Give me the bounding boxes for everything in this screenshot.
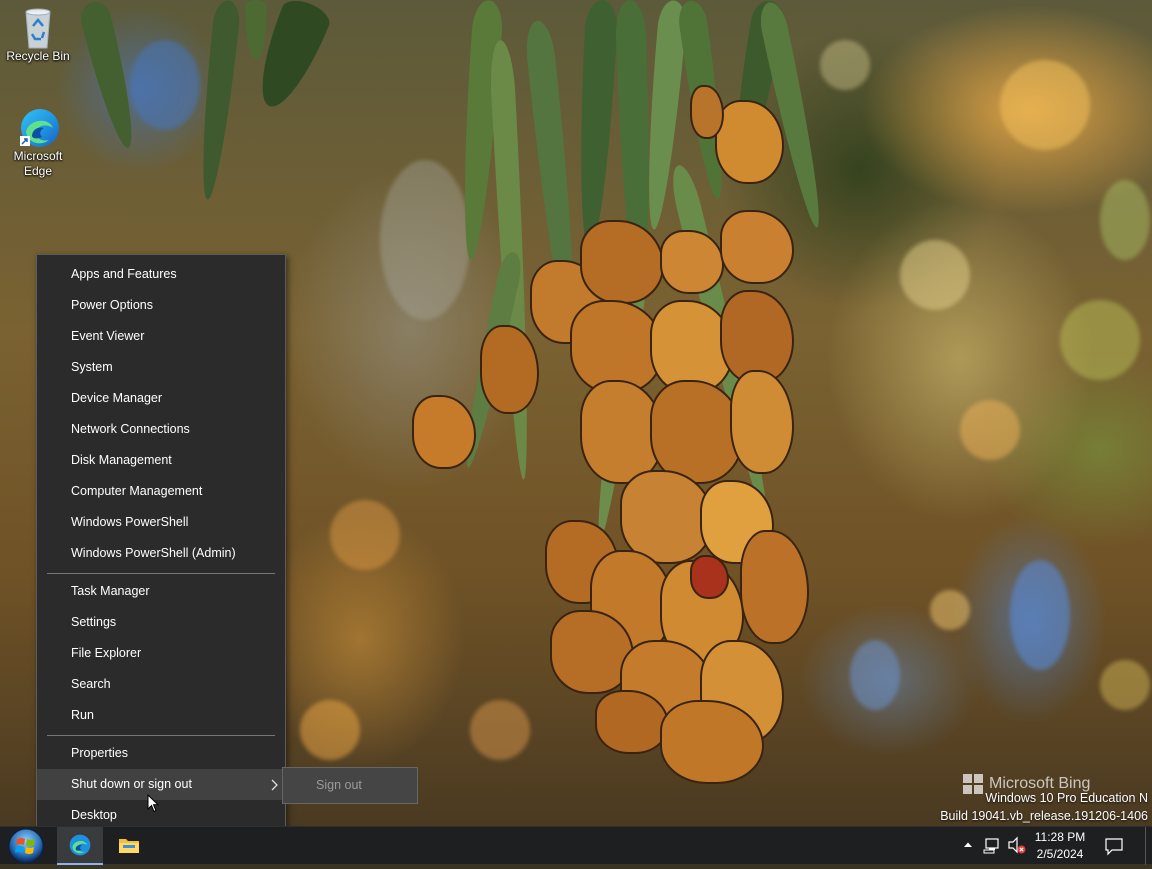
- menu-item-settings[interactable]: Settings: [37, 607, 285, 638]
- recycle-bin-label: Recycle Bin: [6, 49, 70, 63]
- menu-separator: [47, 735, 275, 736]
- windows-start-orb-icon: [7, 828, 45, 869]
- mouse-cursor-icon: [147, 793, 160, 818]
- volume-muted-icon: [1008, 836, 1026, 854]
- menu-item-task-manager[interactable]: Task Manager: [37, 576, 285, 607]
- menu-item-network-connections[interactable]: Network Connections: [37, 414, 285, 445]
- submenu-sign-out[interactable]: Sign out: [282, 767, 418, 804]
- menu-item-windows-powershell[interactable]: Windows PowerShell: [37, 507, 285, 538]
- menu-item-system[interactable]: System: [37, 352, 285, 383]
- show-desktop-button[interactable]: [1145, 827, 1152, 865]
- menu-item-search[interactable]: Search: [37, 669, 285, 700]
- menu-item-file-explorer[interactable]: File Explorer: [37, 638, 285, 669]
- windows-logo-icon: [963, 774, 983, 794]
- taskbar: 11:28 PM 2/5/2024: [0, 826, 1152, 865]
- action-center-button[interactable]: [1100, 827, 1128, 865]
- chevron-right-icon: [271, 769, 279, 800]
- menu-item-run[interactable]: Run: [37, 700, 285, 731]
- chevron-up-icon: [964, 842, 972, 847]
- action-center-icon: [1105, 838, 1123, 856]
- edge-label-line2: Edge: [23, 164, 53, 178]
- menu-item-event-viewer[interactable]: Event Viewer: [37, 321, 285, 352]
- menu-item-device-manager[interactable]: Device Manager: [37, 383, 285, 414]
- menu-item-apps-and-features[interactable]: Apps and Features: [37, 259, 285, 290]
- edge-icon: [18, 106, 59, 147]
- taskbar-file-explorer-button[interactable]: [106, 827, 152, 865]
- windows-edition-text: Windows 10 Pro Education N: [985, 791, 1148, 805]
- network-icon: [983, 838, 999, 854]
- menu-separator: [47, 573, 275, 574]
- clock-time: 11:28 PM: [1034, 830, 1086, 844]
- taskbar-clock[interactable]: 11:28 PM 2/5/2024: [1030, 827, 1090, 865]
- menu-item-shut-down-or-sign-out[interactable]: Shut down or sign out: [37, 769, 285, 800]
- desktop-icon-recycle-bin[interactable]: Recycle Bin: [0, 6, 76, 64]
- shut-down-label: Shut down or sign out: [71, 777, 192, 791]
- network-button[interactable]: [982, 827, 1004, 865]
- taskbar-edge-button[interactable]: [57, 827, 103, 865]
- menu-item-disk-management[interactable]: Disk Management: [37, 445, 285, 476]
- recycle-bin-icon: [18, 6, 58, 49]
- sign-out-label: Sign out: [316, 778, 362, 792]
- edge-icon: [68, 833, 92, 862]
- windows-build-text: Build 19041.vb_release.191206-1406: [940, 809, 1148, 823]
- start-button[interactable]: [0, 827, 50, 865]
- menu-item-windows-powershell-admin[interactable]: Windows PowerShell (Admin): [37, 538, 285, 569]
- menu-item-computer-management[interactable]: Computer Management: [37, 476, 285, 507]
- volume-button[interactable]: [1006, 827, 1028, 865]
- show-hidden-icons-button[interactable]: [960, 827, 976, 865]
- desktop-icon-microsoft-edge[interactable]: Microsoft Edge: [0, 106, 76, 179]
- power-user-menu: Apps and Features Power Options Event Vi…: [36, 254, 286, 834]
- edge-label-line1: Microsoft: [13, 149, 63, 163]
- file-explorer-icon: [118, 836, 140, 859]
- menu-item-properties[interactable]: Properties: [37, 738, 285, 769]
- clock-date: 2/5/2024: [1036, 847, 1084, 861]
- menu-item-power-options[interactable]: Power Options: [37, 290, 285, 321]
